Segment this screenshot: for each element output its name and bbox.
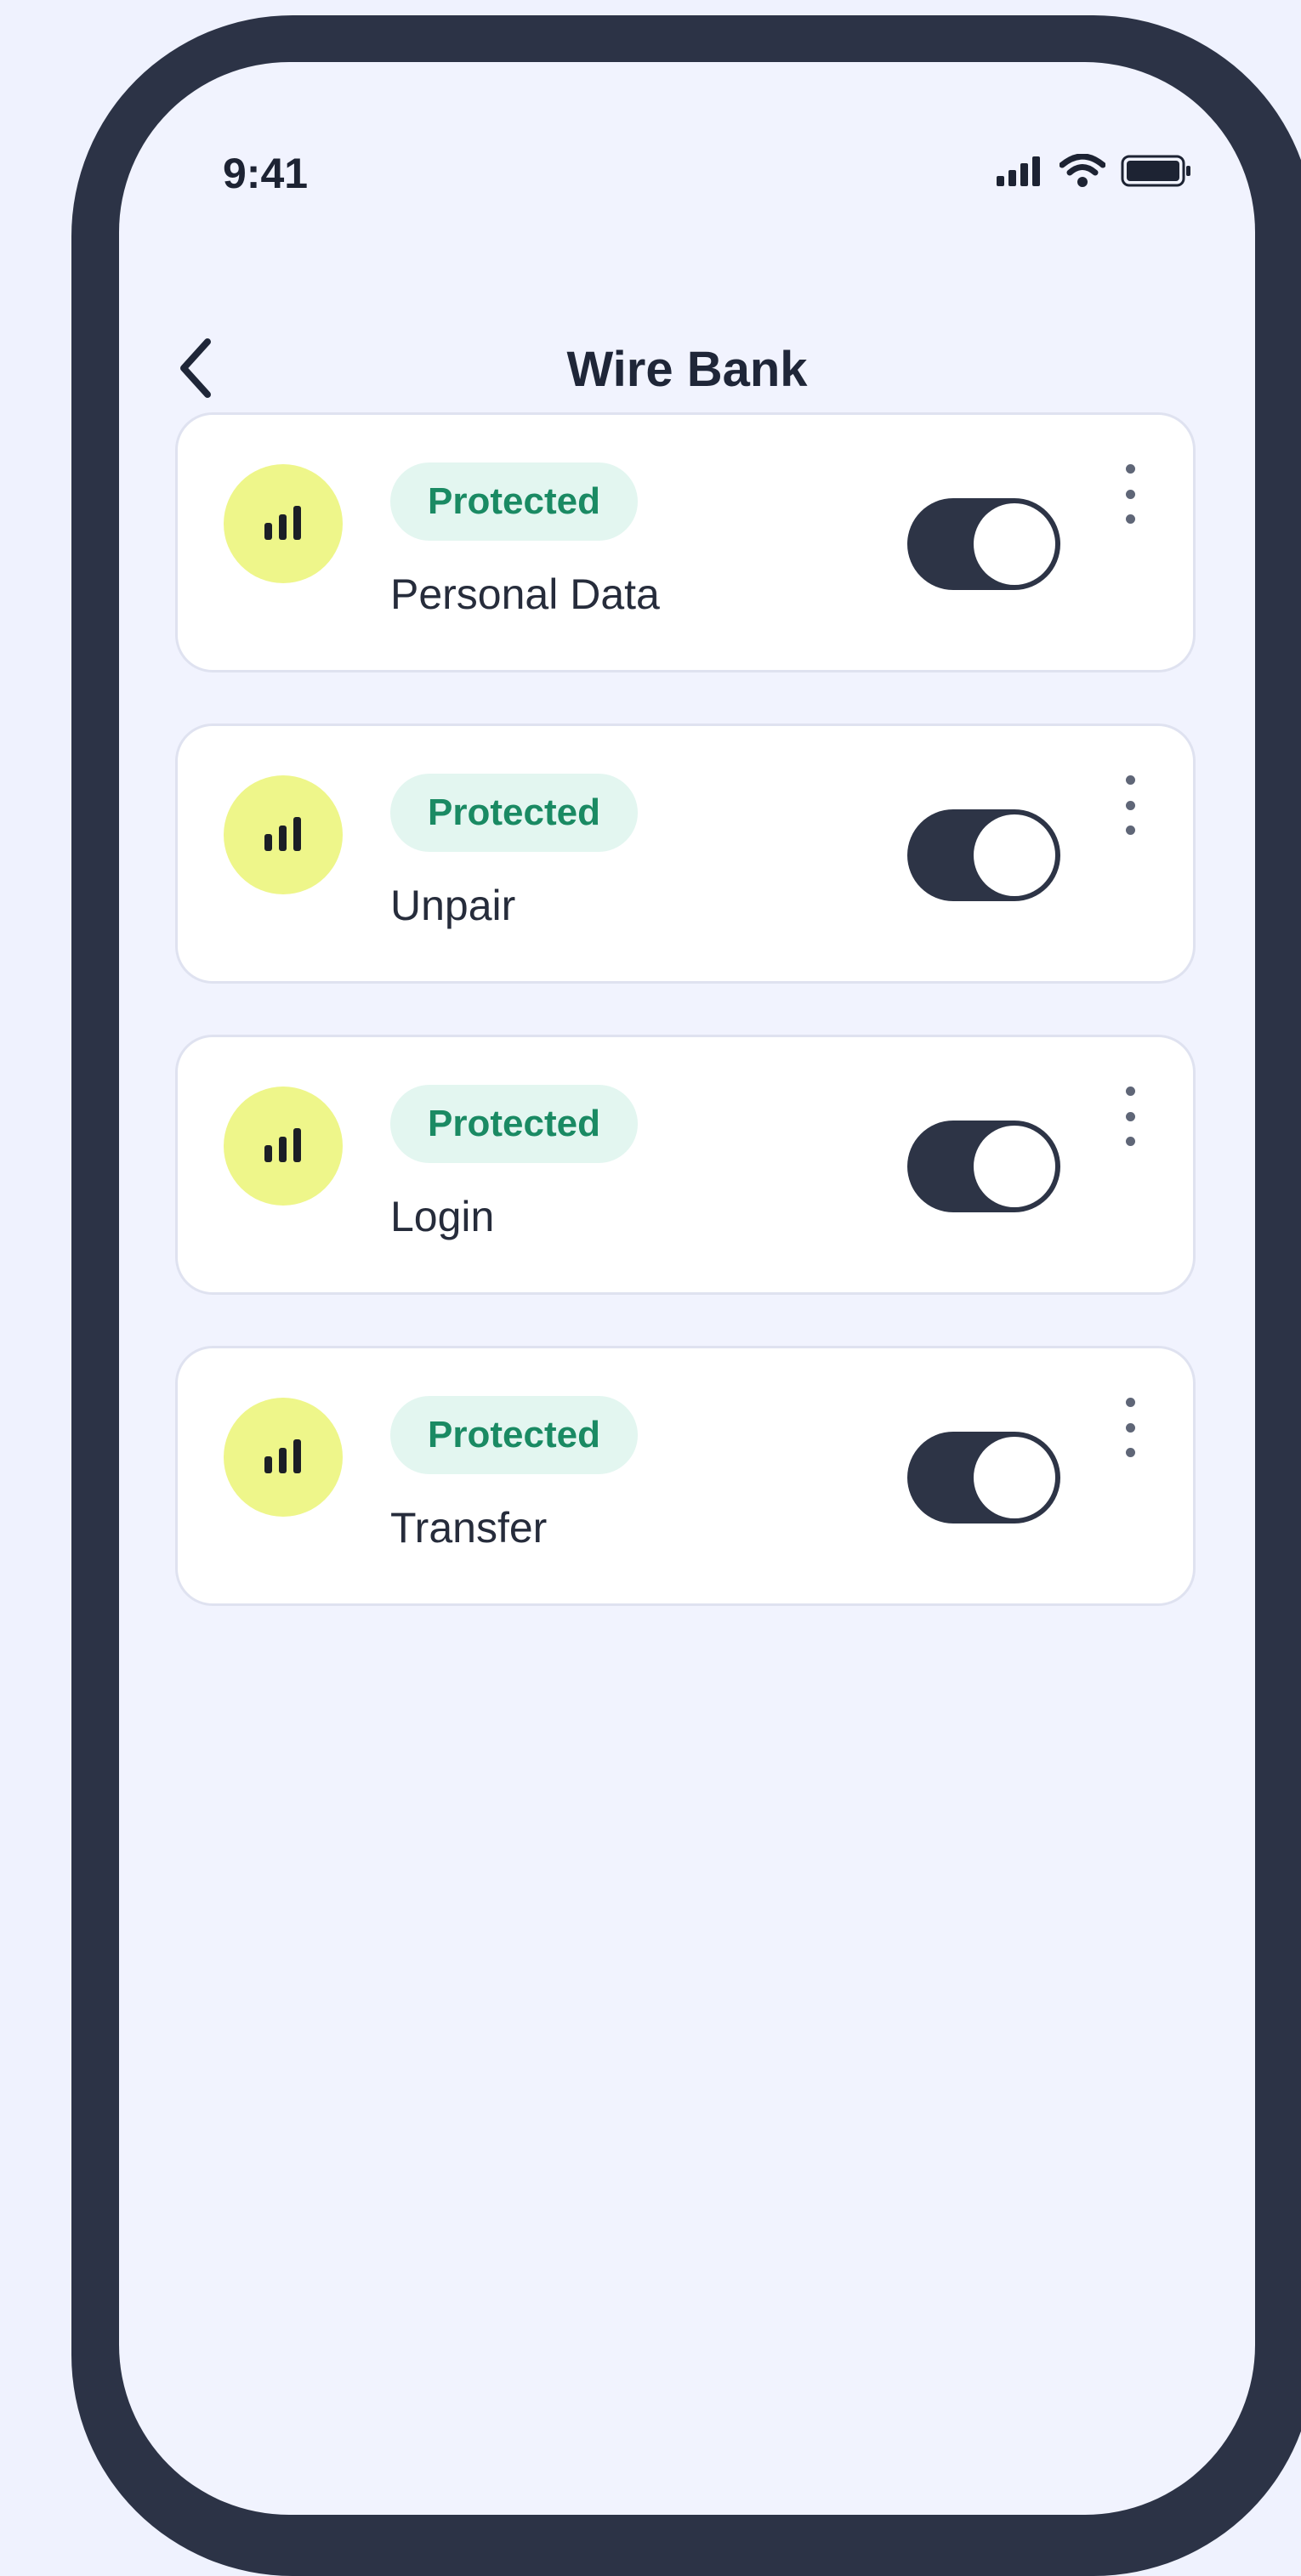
- item-avatar: [224, 1087, 343, 1206]
- item-label: Unpair: [390, 882, 516, 929]
- protection-toggle[interactable]: [907, 498, 1060, 590]
- list-item: Protected Transfer: [175, 1346, 1196, 1606]
- wifi-icon: [1060, 154, 1105, 187]
- battery-icon: [1121, 155, 1190, 187]
- nav-header: Wire Bank: [119, 317, 1255, 419]
- item-label: Login: [390, 1193, 495, 1240]
- cellular-signal-icon: [997, 156, 1040, 186]
- list-item: Protected Personal Data: [175, 412, 1196, 672]
- toggle-knob: [974, 1126, 1055, 1207]
- signal-bars-icon: [264, 506, 301, 540]
- status-time: 9:41: [223, 150, 309, 197]
- more-vertical-icon[interactable]: [1113, 775, 1147, 835]
- status-icons: [995, 154, 1192, 188]
- status-badge: Protected: [390, 462, 638, 541]
- status-badge: Protected: [390, 1085, 638, 1163]
- status-bar: 9:41: [119, 62, 1255, 215]
- more-vertical-icon[interactable]: [1113, 1087, 1147, 1146]
- status-badge: Protected: [390, 1396, 638, 1474]
- list-item: Protected Login: [175, 1035, 1196, 1295]
- more-vertical-icon[interactable]: [1113, 1398, 1147, 1457]
- signal-bars-icon: [264, 1128, 301, 1162]
- toggle-knob: [974, 1437, 1055, 1518]
- page-title: Wire Bank: [566, 342, 808, 397]
- status-badge: Protected: [390, 774, 638, 852]
- item-avatar: [224, 1398, 343, 1517]
- protection-toggle[interactable]: [907, 1432, 1060, 1523]
- item-label: Transfer: [390, 1504, 548, 1552]
- list-item: Protected Unpair: [175, 723, 1196, 984]
- app-screen: 9:41 Wire Bank Protected Personal Data P…: [119, 62, 1255, 2515]
- toggle-knob: [974, 814, 1055, 896]
- signal-bars-icon: [264, 1439, 301, 1473]
- protection-list: Protected Personal Data Protected Unpair: [175, 412, 1196, 1657]
- protection-toggle[interactable]: [907, 809, 1060, 901]
- signal-bars-icon: [264, 817, 301, 851]
- item-label: Personal Data: [390, 570, 660, 618]
- protection-toggle[interactable]: [907, 1121, 1060, 1212]
- item-avatar: [224, 775, 343, 894]
- more-vertical-icon[interactable]: [1113, 464, 1147, 524]
- toggle-knob: [974, 503, 1055, 585]
- item-avatar: [224, 464, 343, 583]
